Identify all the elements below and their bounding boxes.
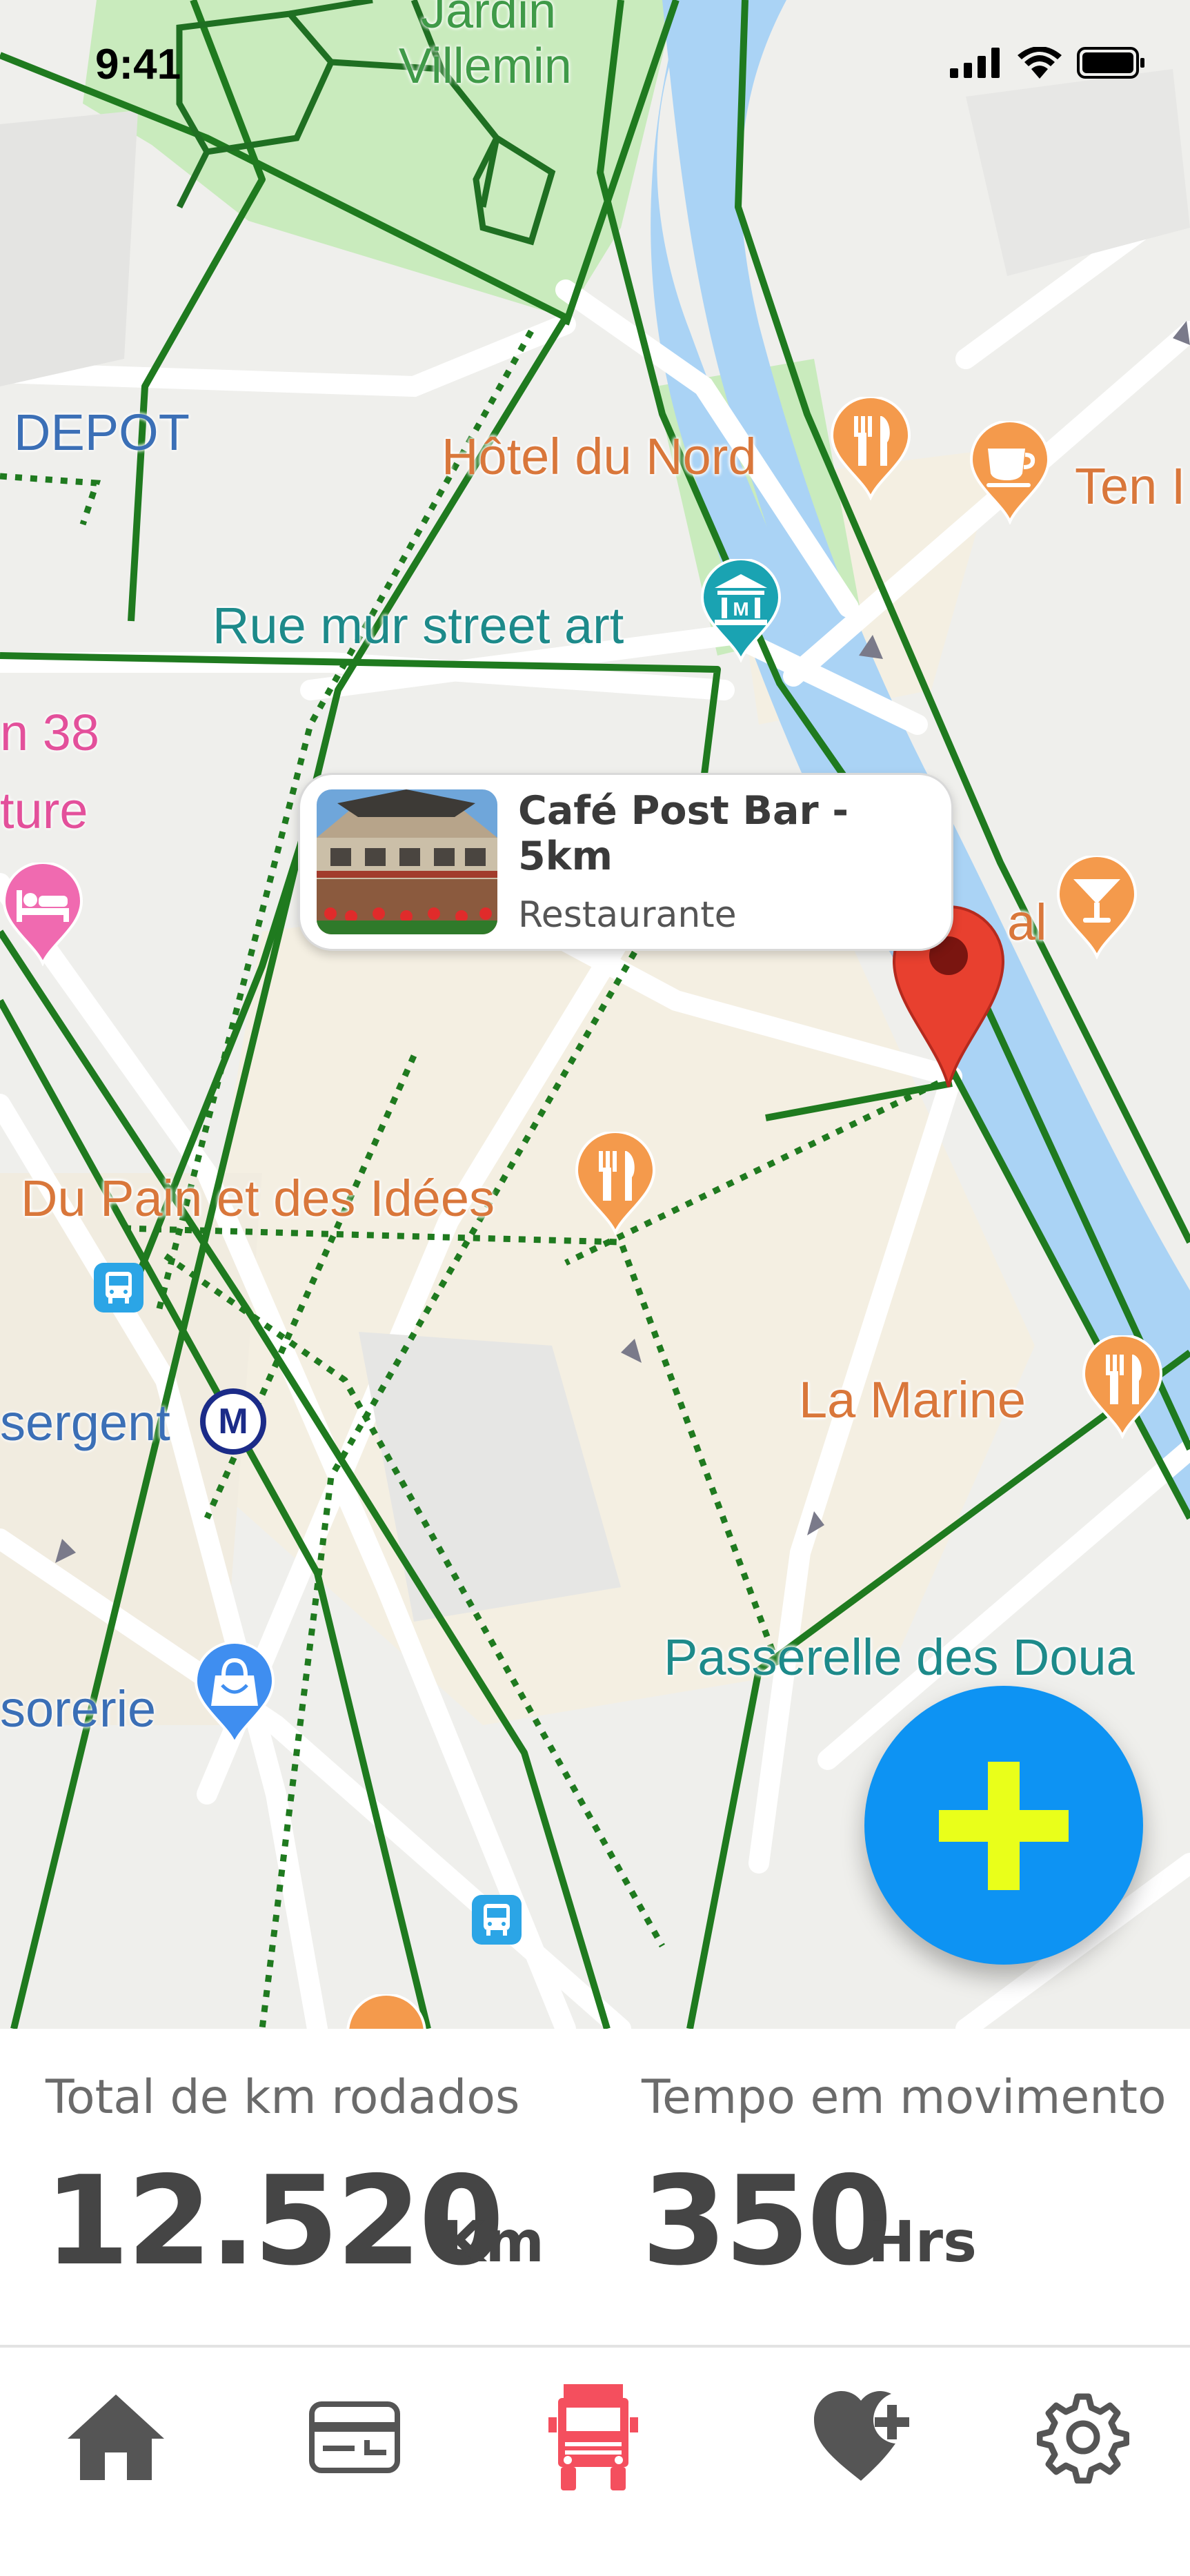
restaurant-icon[interactable] xyxy=(573,1132,658,1235)
truck-icon xyxy=(548,2384,638,2490)
add-button[interactable] xyxy=(864,1686,1143,1965)
tab-card[interactable] xyxy=(292,2375,417,2499)
map-label-rue-mur-street-art: Rue mur street art xyxy=(212,597,624,654)
map-label-depot: DEPOT xyxy=(14,404,190,461)
map-label-n38: n 38 xyxy=(0,704,100,761)
map-label-ten: Ten I xyxy=(1075,458,1186,515)
tab-bar xyxy=(0,2348,1190,2576)
distance-unit: Km xyxy=(442,2210,544,2275)
wifi-icon xyxy=(1018,47,1062,79)
home-icon xyxy=(68,2395,164,2480)
metro-icon[interactable]: M xyxy=(200,1388,266,1455)
tab-truck[interactable] xyxy=(531,2375,655,2499)
map-label-ture: ture xyxy=(0,782,88,839)
map-label-sergent: sergent xyxy=(0,1394,170,1451)
cocktail-icon[interactable] xyxy=(1054,856,1140,959)
map-label-du-pain: Du Pain et des Idées xyxy=(21,1170,495,1227)
time-unit: Hrs xyxy=(868,2210,977,2275)
restaurant-icon[interactable] xyxy=(1080,1335,1165,1439)
museum-symbol: M xyxy=(733,598,748,620)
place-title: Café Post Bar - 5km xyxy=(518,788,849,879)
card-icon xyxy=(309,2401,400,2473)
map-label-sorerie: sorerie xyxy=(0,1680,157,1738)
place-callout[interactable]: Café Post Bar - 5km Restaurante xyxy=(298,773,953,951)
status-bar: 9:41 xyxy=(0,28,1190,104)
map-label-la-marine: La Marine xyxy=(799,1371,1027,1428)
map-label-hotel-du-nord: Hôtel du Nord xyxy=(442,428,757,485)
tab-settings[interactable] xyxy=(1021,2375,1145,2499)
bed-icon[interactable] xyxy=(0,863,86,966)
coffee-cup-icon[interactable] xyxy=(967,421,1053,524)
museum-icon[interactable]: M xyxy=(698,559,784,662)
callout-text: Café Post Bar - 5km Restaurante xyxy=(518,788,951,936)
bus-icon[interactable] xyxy=(94,1263,143,1312)
map-label-passerelle: Passerelle des Doua xyxy=(664,1629,1135,1686)
battery-icon xyxy=(1077,47,1144,79)
signal-icon xyxy=(950,48,1000,78)
gear-icon xyxy=(1037,2393,1129,2484)
map-label-al: al xyxy=(1007,894,1047,951)
tab-home[interactable] xyxy=(54,2375,178,2499)
map-view[interactable]: Jardin Villemin DEPOT Hôtel du Nord Ten … xyxy=(0,0,1190,2029)
heart-plus-icon xyxy=(814,2391,909,2481)
status-time: 9:41 xyxy=(95,41,181,88)
place-photo xyxy=(317,789,497,934)
place-category: Restaurante xyxy=(518,894,737,936)
time-label: Tempo em movimento xyxy=(642,2070,1167,2125)
stats-panel: Total de km rodados 12.520 Km Tempo em m… xyxy=(0,2029,1190,2345)
restaurant-icon[interactable] xyxy=(344,1994,429,2029)
distance-label: Total de km rodados xyxy=(46,2070,520,2125)
bus-icon[interactable] xyxy=(472,1895,522,1945)
tab-favorites[interactable] xyxy=(803,2375,927,2499)
shopping-bag-icon[interactable] xyxy=(192,1642,277,1746)
time-value: 350 xyxy=(642,2150,893,2292)
distance-value: 12.520 xyxy=(44,2150,504,2292)
restaurant-icon[interactable] xyxy=(828,397,913,500)
